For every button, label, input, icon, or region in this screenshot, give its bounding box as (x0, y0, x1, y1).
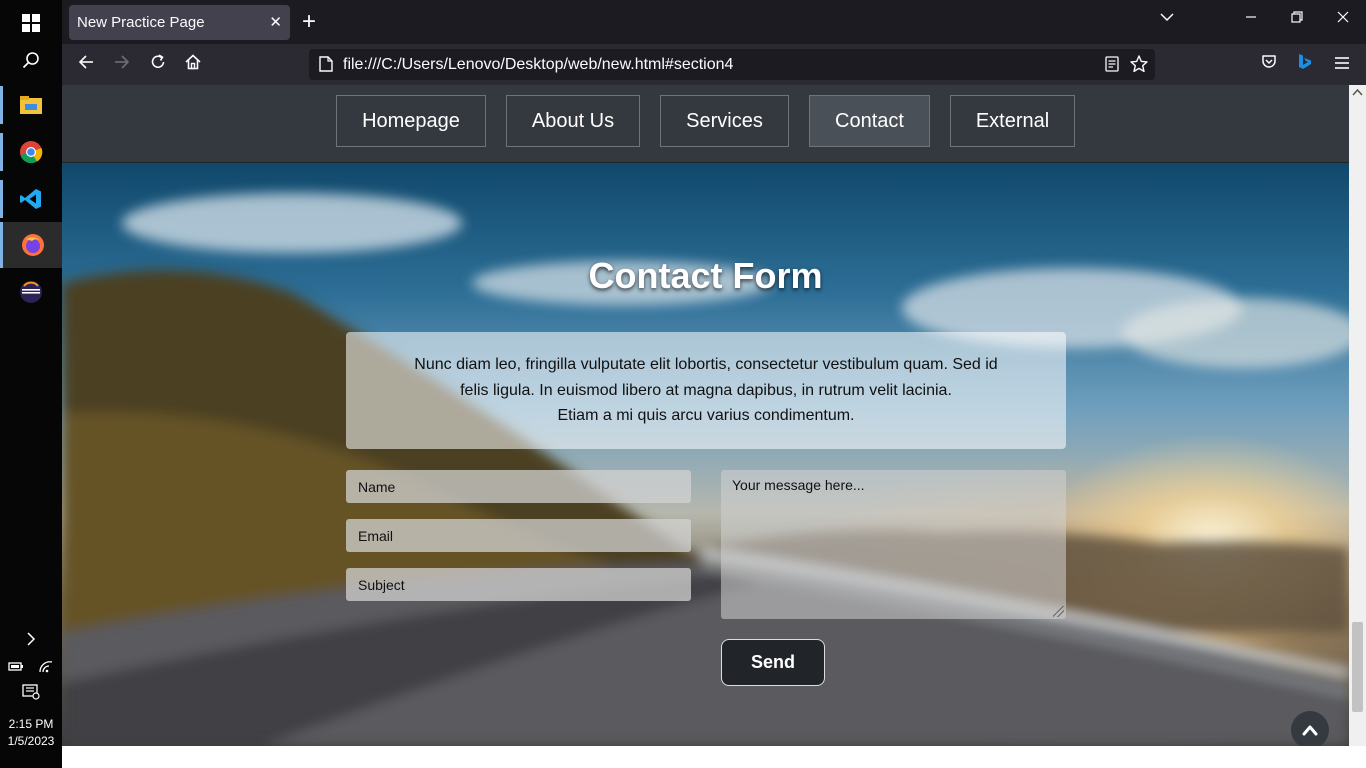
email-placeholder: Email (358, 527, 394, 544)
scroll-up-arrow-icon[interactable] (1352, 88, 1363, 96)
browser-tab-strip: New Practice Page ✕ + (62, 0, 1366, 44)
forward-arrow-icon[interactable] (114, 53, 130, 75)
subject-placeholder: Subject (358, 576, 405, 593)
browser-tab-active[interactable]: New Practice Page ✕ (69, 5, 290, 40)
clock-time: 2:15 PM (8, 717, 54, 731)
name-field[interactable]: Name (346, 470, 691, 503)
page-bottom-area (62, 746, 1366, 768)
contact-section-hero: Contact Form Nunc diam leo, fringilla vu… (62, 163, 1349, 746)
intro-line: Etiam a mi quis arcu varius condimentum. (557, 407, 855, 424)
battery-icon[interactable] (8, 660, 24, 672)
message-placeholder: Your message here... (732, 477, 865, 493)
eclipse-button[interactable] (0, 269, 62, 315)
site-navigation: Homepage About Us Services Contact Exter… (62, 85, 1349, 163)
browser-toolbar: file:///C:/Users/Lenovo/Desktop/web/new.… (62, 44, 1366, 85)
reload-icon[interactable] (150, 53, 166, 75)
restore-icon[interactable] (1291, 10, 1303, 28)
contact-intro-box: Nunc diam leo, fringilla vulputate elit … (346, 332, 1066, 449)
file-explorer-button[interactable] (0, 82, 62, 128)
tab-close-icon[interactable]: ✕ (269, 13, 282, 31)
pocket-icon[interactable] (1261, 53, 1277, 75)
chevron-up-icon (1302, 725, 1318, 736)
send-button[interactable]: Send (721, 639, 825, 686)
resize-handle-icon[interactable] (1053, 606, 1064, 617)
system-tray (0, 660, 62, 674)
home-icon[interactable] (185, 53, 201, 75)
intro-line: Nunc diam leo, fringilla vulputate elit … (414, 356, 998, 373)
chrome-button[interactable] (0, 129, 62, 175)
nav-about-us[interactable]: About Us (506, 95, 640, 147)
back-arrow-icon[interactable] (78, 53, 94, 75)
vscode-button[interactable] (0, 176, 62, 222)
tab-title: New Practice Page (77, 14, 205, 31)
firefox-button[interactable] (0, 222, 62, 268)
name-placeholder: Name (358, 478, 396, 495)
minimize-icon[interactable] (1245, 10, 1257, 28)
nav-external[interactable]: External (950, 95, 1075, 147)
nav-contact[interactable]: Contact (809, 95, 930, 147)
wifi-icon[interactable] (38, 660, 54, 674)
scrollbar-thumb[interactable] (1352, 622, 1363, 712)
intro-line: felis ligula. In euismod libero at magna… (460, 381, 952, 399)
eclipse-icon (20, 281, 42, 303)
chrome-icon (20, 141, 43, 164)
clock-date: 1/5/2023 (7, 734, 55, 748)
background-landscape-image (62, 193, 1349, 746)
windows-start-icon (22, 14, 40, 32)
show-hidden-icons-chevron-icon[interactable] (0, 632, 62, 646)
vscode-icon (20, 189, 41, 209)
list-all-tabs-chevron-icon[interactable] (1160, 10, 1174, 29)
back-to-top-button[interactable] (1291, 711, 1329, 746)
bing-icon[interactable] (1298, 53, 1312, 76)
system-clock[interactable]: 2:15 PM 1/5/2023 (0, 716, 62, 750)
new-tab-button[interactable]: + (302, 8, 316, 36)
search-button[interactable] (0, 37, 62, 83)
url-bar[interactable]: file:///C:/Users/Lenovo/Desktop/web/new.… (309, 49, 1155, 80)
nav-services[interactable]: Services (660, 95, 789, 147)
reader-view-icon[interactable] (1105, 56, 1119, 77)
web-page: Contact Form Nunc diam leo, fringilla vu… (62, 85, 1349, 746)
firefox-icon (21, 234, 44, 256)
contact-form-title: Contact Form (588, 255, 823, 296)
close-window-icon[interactable] (1337, 10, 1349, 28)
menu-hamburger-icon[interactable] (1334, 53, 1350, 75)
message-textarea[interactable]: Your message here... (721, 470, 1066, 619)
nav-homepage[interactable]: Homepage (336, 95, 486, 147)
subject-field[interactable]: Subject (346, 568, 691, 601)
taskbar: 2:15 PM 1/5/2023 (0, 0, 62, 768)
notifications-icon[interactable] (0, 684, 62, 700)
email-field[interactable]: Email (346, 519, 691, 552)
bookmark-star-icon[interactable] (1130, 55, 1148, 78)
page-file-icon (319, 56, 333, 77)
search-icon (22, 52, 39, 69)
url-text: file:///C:/Users/Lenovo/Desktop/web/new.… (343, 55, 734, 73)
file-explorer-icon (20, 96, 42, 114)
